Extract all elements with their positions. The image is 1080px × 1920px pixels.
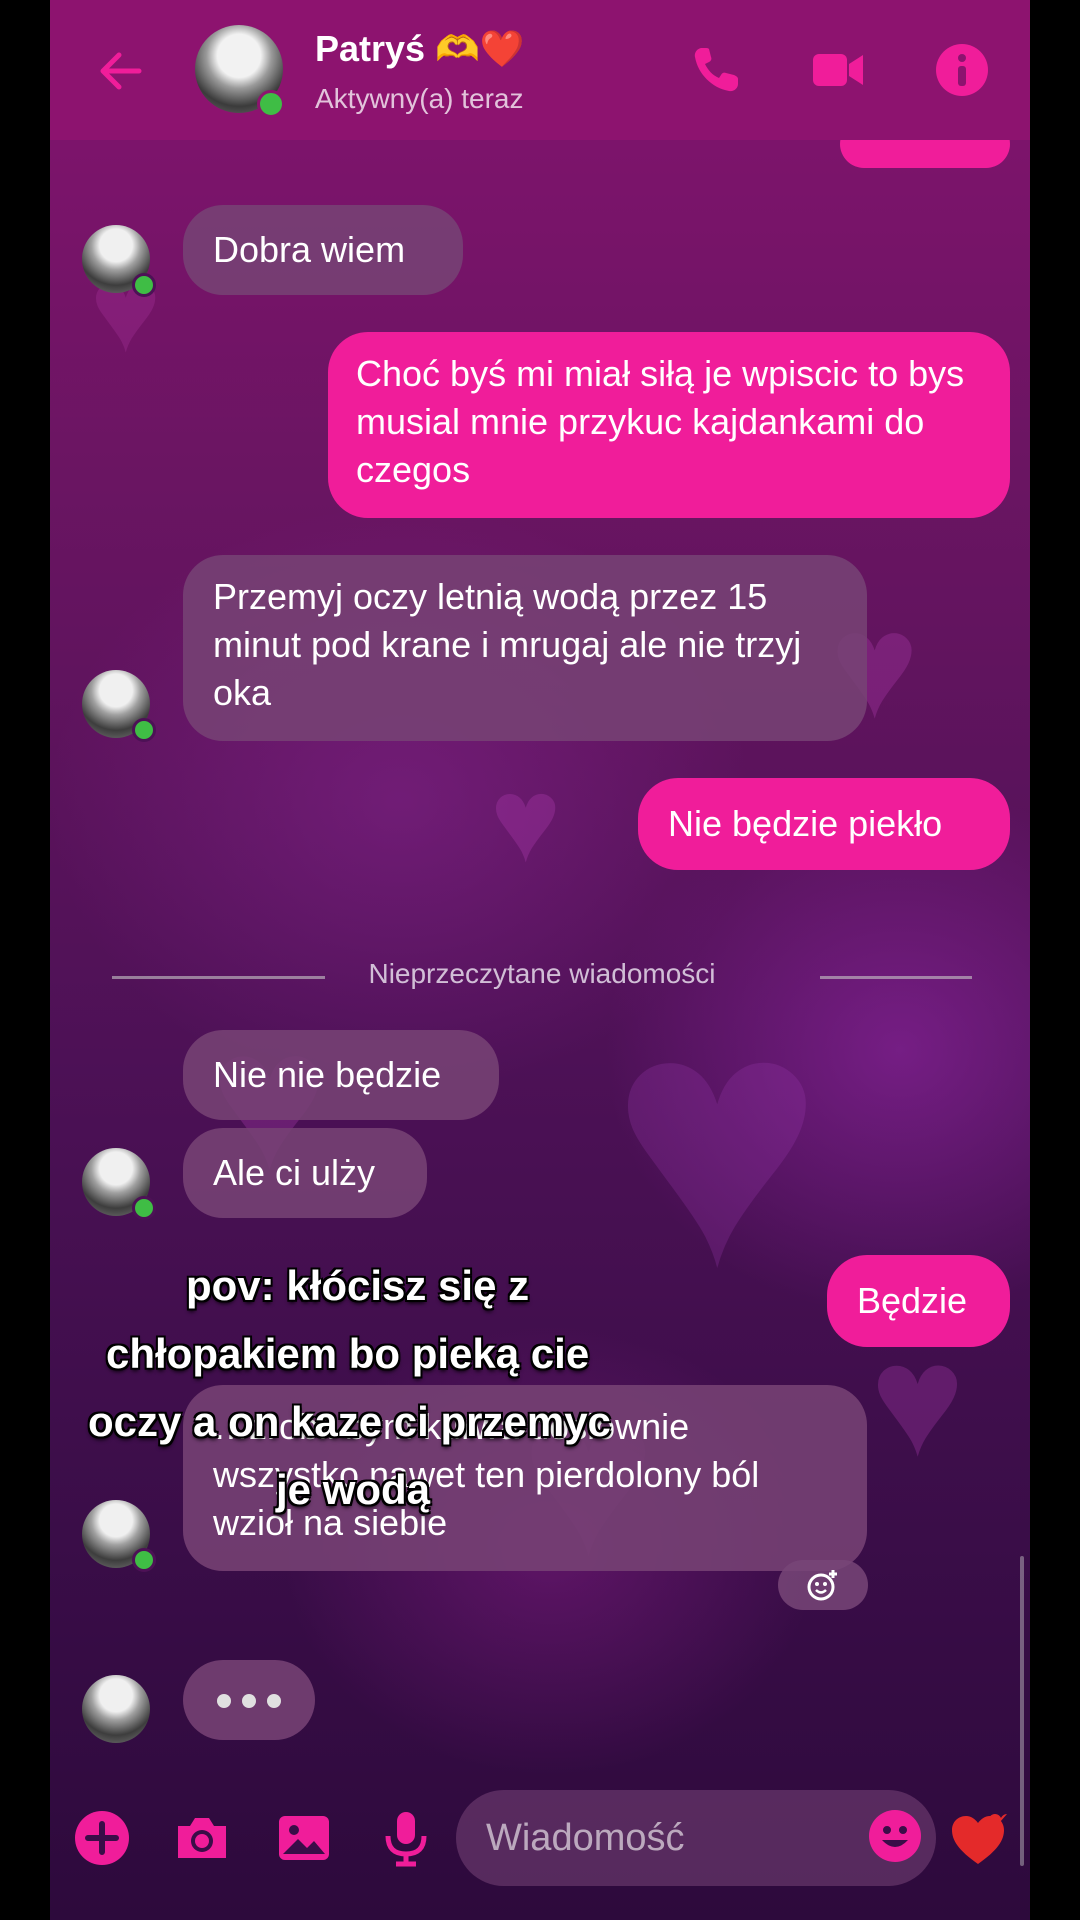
- add-reaction-icon: [807, 1570, 837, 1601]
- info-icon[interactable]: [934, 42, 990, 98]
- online-indicator: [132, 718, 156, 742]
- background-heart: ♥: [610, 939, 824, 1341]
- sender-avatar[interactable]: [82, 1148, 156, 1220]
- sender-avatar[interactable]: [82, 1500, 156, 1572]
- divider-line: [820, 976, 972, 979]
- add-icon[interactable]: [72, 1808, 132, 1868]
- sender-avatar[interactable]: [82, 670, 156, 742]
- contact-status: Aktywny(a) teraz: [315, 83, 524, 114]
- message-composer: [50, 1770, 1030, 1920]
- online-indicator: [257, 90, 285, 118]
- message-bubble-incoming[interactable]: Dobra wiem: [183, 205, 463, 295]
- messenger-chat-screen: ♥ ♥ ♥ ♥ ♥ ♥ ♥ Patryś 🫶❤️ Aktywny(a) tera…: [50, 0, 1030, 1920]
- add-reaction-button[interactable]: [778, 1560, 868, 1610]
- online-indicator: [132, 1196, 156, 1220]
- background-heart: ♥: [490, 753, 562, 887]
- phone-icon[interactable]: [688, 42, 744, 98]
- chat-header: Patryś 🫶❤️ Aktywny(a) teraz: [50, 0, 1030, 140]
- contact-name[interactable]: Patryś 🫶❤️: [315, 28, 525, 70]
- overlay-caption-line: je wodą: [276, 1466, 431, 1513]
- camera-icon[interactable]: [172, 1808, 232, 1868]
- message-bubble-outgoing[interactable]: Będzie: [827, 1255, 1010, 1347]
- gallery-icon[interactable]: [274, 1808, 334, 1868]
- overlay-caption-line: chłopakiem bo pieką cie: [106, 1330, 590, 1377]
- video-camera-icon[interactable]: [810, 42, 866, 98]
- microphone-icon[interactable]: [376, 1808, 436, 1868]
- online-indicator: [132, 1548, 156, 1572]
- message-bubble-outgoing[interactable]: Nie będzie piekło: [638, 778, 1010, 870]
- unread-divider-label: Nieprzeczytane wiadomości: [368, 958, 716, 989]
- typing-indicator: [183, 1660, 315, 1740]
- message-bubble-outgoing[interactable]: Choć byś mi miał siłą je wpiscic to bys …: [328, 332, 1010, 518]
- heart-icon[interactable]: [948, 1810, 1008, 1870]
- message-bubble-incoming[interactable]: Przemyj oczy letnią wodą przez 15 minut …: [183, 555, 867, 741]
- overlay-caption-line: oczy a on kaze ci przemyc: [88, 1398, 611, 1445]
- online-indicator: [132, 273, 156, 297]
- message-bubble-incoming[interactable]: Nie nie będzie: [183, 1030, 499, 1120]
- sender-avatar[interactable]: [82, 225, 156, 297]
- overlay-caption-line: pov: kłócisz się z: [186, 1262, 530, 1309]
- unread-divider: Nieprzeczytane wiadomości: [112, 958, 972, 994]
- sender-avatar: [82, 1675, 150, 1743]
- back-arrow-icon[interactable]: [95, 45, 147, 97]
- emoji-icon[interactable]: [867, 1808, 923, 1864]
- message-input[interactable]: [456, 1790, 936, 1886]
- message-bubble-incoming[interactable]: Ale ci ulży: [183, 1128, 427, 1218]
